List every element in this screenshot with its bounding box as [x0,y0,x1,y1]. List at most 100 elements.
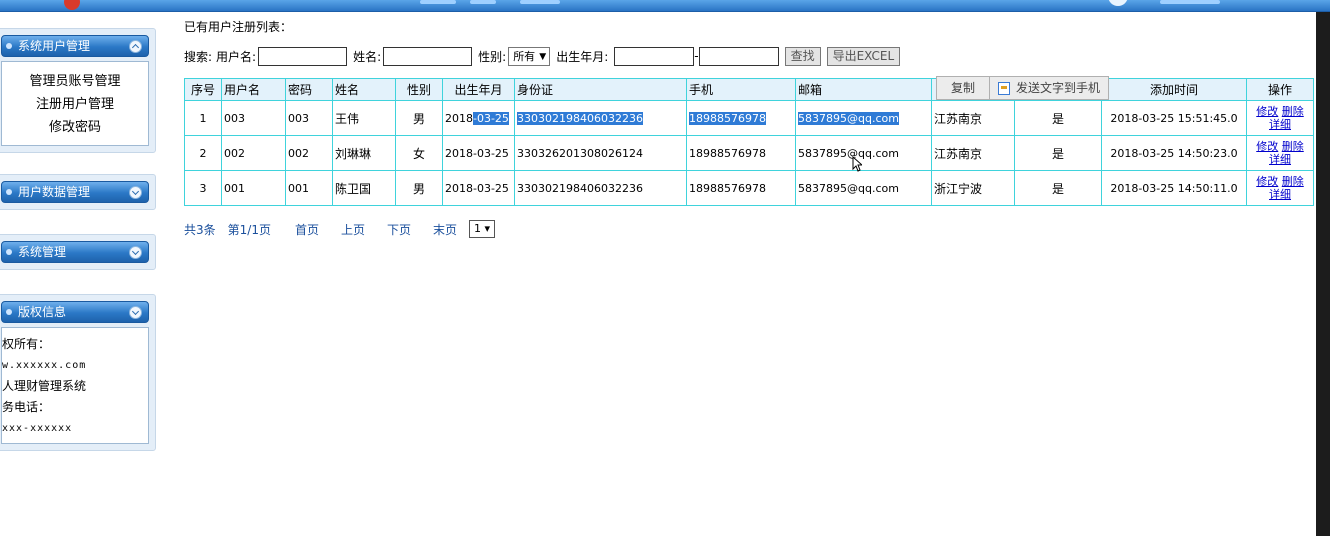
user-table: 序号 用户名 密码 姓名 性别 出生年月 身份证 手机 邮箱 添加时间 操作 1… [184,78,1314,206]
search-label: 搜索: [184,49,213,64]
copy-button[interactable]: 复制 [937,77,989,99]
username-label: 用户名: [216,49,257,64]
panel-header-copyright[interactable]: 版权信息 [1,301,149,323]
expand-icon[interactable] [129,186,142,199]
selected-text: 330302198406032236 [517,111,643,125]
page-title: 已有用户注册列表： [184,20,293,34]
birth-start-input[interactable] [614,46,695,66]
search-button[interactable]: 查找 [784,46,821,66]
col-header-actions: 操作 [1246,78,1314,101]
panel-title: 系统用户管理 [18,39,91,53]
first-page-link[interactable]: 首页 [295,221,319,238]
cell-id-card: 330302198406032236 [514,170,687,206]
collapse-icon[interactable] [129,40,142,53]
cell-no: 3 [184,170,222,206]
expand-icon[interactable] [129,306,142,319]
cell-phone: 18988576978 [686,135,796,171]
name-input[interactable] [383,46,473,66]
expand-icon[interactable] [129,246,142,259]
cell-id-card: 330326201308026124 [514,135,687,171]
cell-gender: 男 [395,100,443,136]
cell-address: 浙江宁波 [931,170,1015,206]
selected-text: 18988576978 [689,111,766,125]
birth-end-input[interactable] [698,46,779,66]
username-input[interactable] [258,46,348,66]
delete-link[interactable]: 删除 [1282,105,1304,118]
col-header-username: 用户名 [221,78,286,101]
banner-decoration [520,0,560,4]
dropdown-arrow-icon: ▼ [539,51,547,62]
cell-birth: 2018-03-25 [442,170,515,206]
cell-id-card: 330302198406032236 [514,100,687,136]
cell-email: 5837895@qq.com [795,135,932,171]
copyright-system-name: 人理财管理系统 [2,379,87,393]
panel-header-user-data[interactable]: 用户数据管理 [1,181,149,203]
cell-username: 003 [221,100,286,136]
gender-label: 性别: [478,49,507,64]
panel-title: 用户数据管理 [18,185,91,199]
cell-address: 江苏南京 [931,100,1015,136]
banner-decoration [1160,0,1220,4]
menu-item-admin-accounts[interactable]: 管理员账号管理 [2,70,148,93]
cell-actions: 修改 删除 详细 [1246,170,1314,206]
cell-flag: 是 [1014,135,1102,171]
copyright-phone-label: 务电话： [2,400,51,414]
panel-title: 系统管理 [18,245,67,259]
edit-link[interactable]: 修改 [1256,105,1278,118]
send-to-phone-label: 发送文字到手机 [1016,81,1101,95]
detail-link[interactable]: 详细 [1269,188,1291,201]
cell-added-time: 2018-03-25 15:51:45.0 [1101,100,1247,136]
total-count: 共3条 [184,222,216,237]
prev-page-link[interactable]: 上页 [341,221,365,238]
cell-actions: 修改 删除 详细 [1246,100,1314,136]
page-select[interactable]: 1 ▾ [469,220,496,238]
cell-username: 001 [221,170,286,206]
name-label: 姓名: [353,49,382,64]
bullet-icon [6,43,12,49]
panel-header-system-users[interactable]: 系统用户管理 [1,35,149,57]
selected-text: -03-25 [473,111,509,125]
detail-link[interactable]: 详细 [1269,153,1291,166]
edit-link[interactable]: 修改 [1256,175,1278,188]
edit-link[interactable]: 修改 [1256,140,1278,153]
panel-copyright: 版权信息 权所有： w.xxxxxx.com 人理财管理系统 务电话： xxx-… [0,294,156,451]
page-indicator: 第1/1页 [227,222,271,237]
table-row: 1 003 003 王伟 男 2018-03-25 33030219840603… [184,100,1314,136]
last-page-link[interactable]: 末页 [433,221,457,238]
gender-select[interactable]: 所有 ▼ [508,46,551,66]
cell-email: 5837895@qq.com [795,100,932,136]
cell-gender: 男 [395,170,443,206]
cell-phone: 18988576978 [686,100,796,136]
mouse-cursor-icon [852,156,862,172]
next-page-link[interactable]: 下页 [387,221,411,238]
top-banner [0,0,1330,12]
panel-header-system-management[interactable]: 系统管理 [1,241,149,263]
detail-link[interactable]: 详细 [1269,118,1291,131]
cell-birth: 2018-03-25 [442,135,515,171]
col-header-email: 邮箱 [795,78,932,101]
col-header-name: 姓名 [332,78,396,101]
cell-flag: 是 [1014,170,1102,206]
table-row: 2 002 002 刘琳琳 女 2018-03-25 3303262013080… [184,135,1314,171]
panel-title: 版权信息 [18,305,67,319]
banner-decoration [470,0,496,4]
table-header-row: 序号 用户名 密码 姓名 性别 出生年月 身份证 手机 邮箱 添加时间 操作 [184,78,1314,101]
copyright-website: w.xxxxxx.com [2,360,87,371]
bullet-icon [6,249,12,255]
bullet-icon [6,309,12,315]
send-to-phone-button[interactable]: 发送文字到手机 [989,77,1108,99]
cell-added-time: 2018-03-25 14:50:11.0 [1101,170,1247,206]
cell-password: 003 [285,100,333,136]
menu-item-change-password[interactable]: 修改密码 [2,116,148,139]
delete-link[interactable]: 删除 [1282,140,1304,153]
phone-icon [998,81,1011,95]
delete-link[interactable]: 删除 [1282,175,1304,188]
cell-gender: 女 [395,135,443,171]
window-edge [1316,12,1330,536]
birth-label: 出生年月: [556,49,609,64]
menu-item-registered-users[interactable]: 注册用户管理 [2,93,148,116]
cell-birth: 2018-03-25 [442,100,515,136]
selected-text: 5837895@qq.com [798,111,899,125]
export-excel-button[interactable]: 导出EXCEL [826,46,901,66]
col-header-id-card: 身份证 [514,78,687,101]
